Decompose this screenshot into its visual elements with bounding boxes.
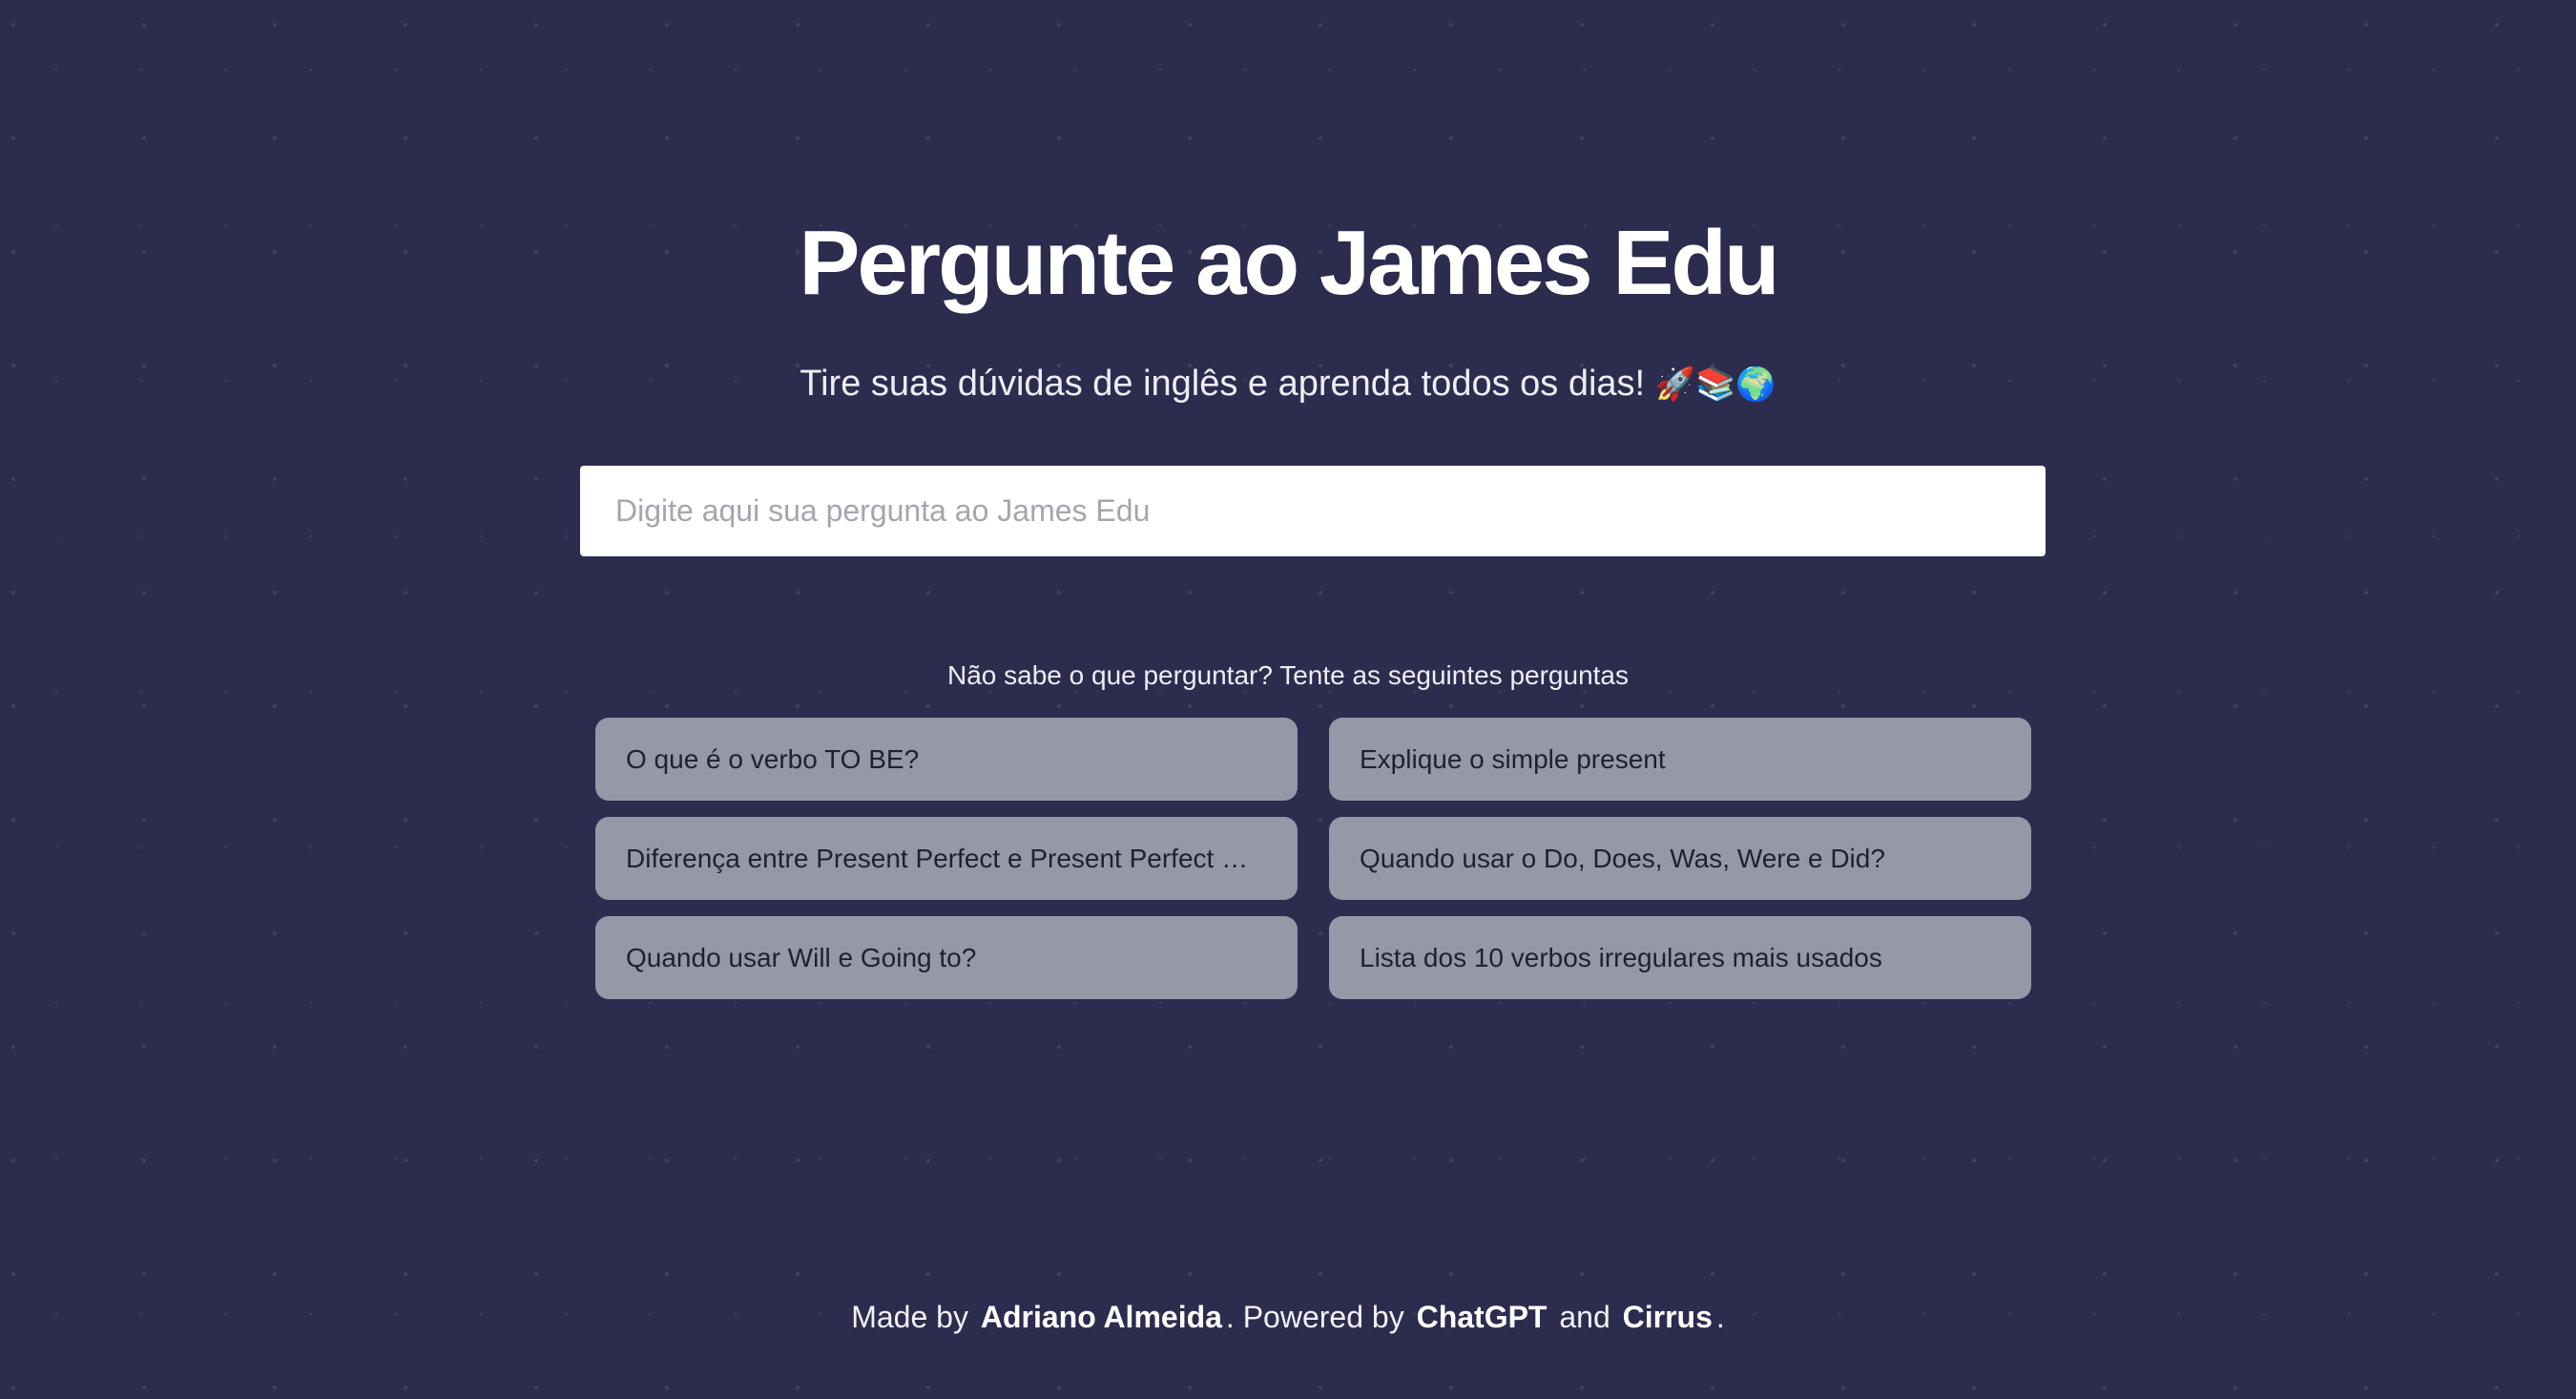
suggestion-label: Quando usar o Do, Does, Was, Were e Did? xyxy=(1360,843,1885,873)
cirrus-link[interactable]: Cirrus xyxy=(1623,1300,1713,1334)
subtitle-text: Tire suas dúvidas de inglês e aprenda to… xyxy=(800,364,1646,404)
footer-made-by: Made by xyxy=(851,1300,968,1334)
footer-and: and xyxy=(1559,1300,1610,1334)
footer-powered-by: . Powered by xyxy=(1225,1300,1404,1334)
page-title: Pergunte ao James Edu xyxy=(799,212,1779,314)
suggestion-button[interactable]: Diferença entre Present Perfect e Presen… xyxy=(595,817,1298,900)
suggestion-label: O que é o verbo TO BE? xyxy=(626,743,920,774)
suggestion-label: Explique o simple present xyxy=(1360,743,1666,774)
main-content: Pergunte ao James Edu Tire suas dúvidas … xyxy=(0,0,2576,1399)
author-link[interactable]: Adriano Almeida xyxy=(981,1300,1222,1334)
question-input[interactable] xyxy=(580,466,2046,556)
suggestion-label: Diferença entre Present Perfect e Presen… xyxy=(626,843,1267,873)
suggestion-label: Lista dos 10 verbos irregulares mais usa… xyxy=(1360,942,1882,972)
subtitle-emoji-icons: 🚀📚🌍 xyxy=(1654,365,1776,404)
suggestion-button[interactable]: Lista dos 10 verbos irregulares mais usa… xyxy=(1329,916,2031,999)
footer-period: . xyxy=(1715,1300,1725,1334)
suggestions-grid: O que é o verbo TO BE? Explique o simple… xyxy=(595,718,2031,999)
suggestion-button[interactable]: O que é o verbo TO BE? xyxy=(595,718,1298,801)
footer: Made by Adriano Almeida. Powered by Chat… xyxy=(0,1296,2576,1338)
suggestion-button[interactable]: Explique o simple present xyxy=(1329,718,2031,801)
suggestion-button[interactable]: Quando usar o Do, Does, Was, Were e Did? xyxy=(1329,817,2031,900)
page-subtitle: Tire suas dúvidas de inglês e aprenda to… xyxy=(0,355,2576,413)
suggestions-hint: Não sabe o que perguntar? Tente as segui… xyxy=(947,660,1629,690)
chatgpt-link[interactable]: ChatGPT xyxy=(1417,1300,1548,1334)
suggestion-button[interactable]: Quando usar Will e Going to? xyxy=(595,916,1298,999)
suggestion-label: Quando usar Will e Going to? xyxy=(626,942,977,972)
